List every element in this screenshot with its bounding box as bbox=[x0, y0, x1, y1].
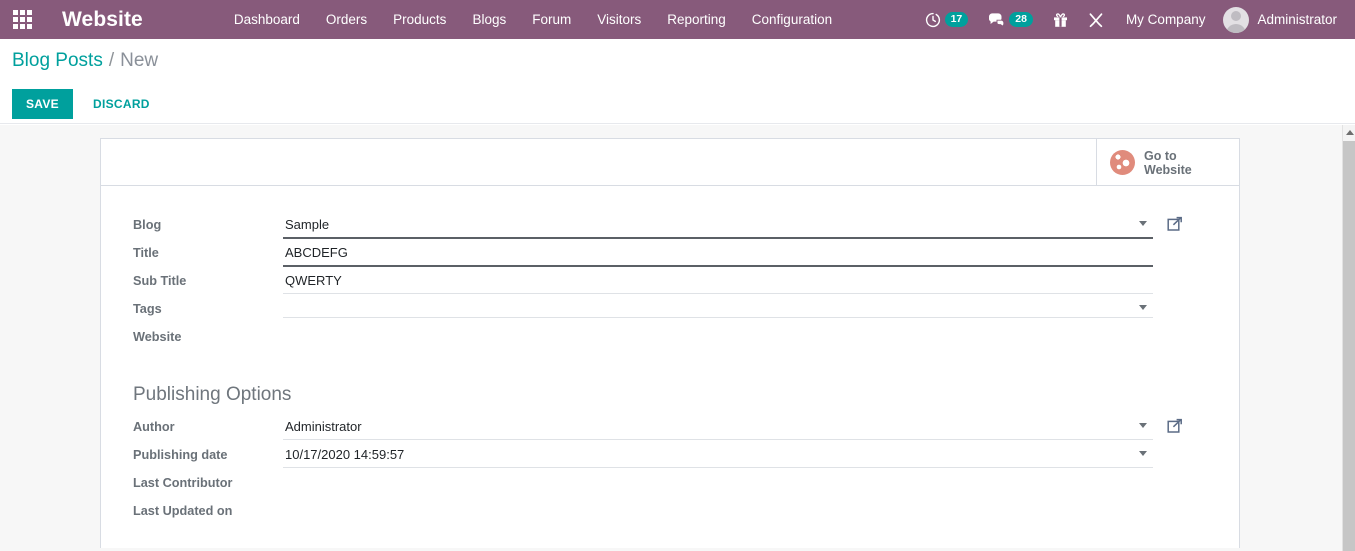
field-label-sub-title: Sub Title bbox=[133, 274, 187, 288]
sheet-statusbar: Go to Website bbox=[101, 139, 1239, 186]
menu-item-dashboard[interactable]: Dashboard bbox=[221, 2, 313, 37]
breadcrumb: Blog Posts / New bbox=[12, 50, 158, 72]
content-area: Go to Website Blog Sample Title ABCDEFG … bbox=[0, 125, 1342, 551]
field-input-tags[interactable] bbox=[283, 296, 1153, 318]
menu-item-orders[interactable]: Orders bbox=[313, 2, 380, 37]
menu-item-configuration[interactable]: Configuration bbox=[739, 2, 845, 37]
systray: 17 28 My Company Administrator bbox=[915, 0, 1355, 39]
field-label-title: Title bbox=[133, 246, 159, 260]
breadcrumb-blog-posts[interactable]: Blog Posts bbox=[12, 50, 103, 72]
clock-activity-icon bbox=[925, 12, 940, 27]
field-label-last-contributor: Last Contributor bbox=[133, 476, 233, 490]
breadcrumb-separator: / bbox=[108, 50, 115, 71]
field-spacer-tags bbox=[1167, 300, 1183, 316]
field-label-website: Website bbox=[133, 330, 182, 344]
field-input-publishing-date[interactable]: 10/17/2020 14:59:57 bbox=[283, 442, 1153, 468]
apps-menu-toggle[interactable] bbox=[0, 0, 44, 39]
company-switcher[interactable]: My Company bbox=[1114, 12, 1218, 27]
field-row-blog: Blog Sample bbox=[133, 212, 1183, 240]
activity-count-badge: 17 bbox=[944, 12, 969, 27]
control-panel: Blog Posts / New SAVE DISCARD bbox=[0, 39, 1355, 124]
gift-menu-button[interactable] bbox=[1043, 0, 1078, 39]
developer-tools-button[interactable] bbox=[1078, 0, 1114, 39]
field-spacer-sub-title bbox=[1167, 272, 1183, 288]
field-input-last-contributor[interactable] bbox=[283, 470, 1153, 492]
field-row-tags: Tags bbox=[133, 296, 1183, 324]
user-avatar-icon bbox=[1223, 6, 1250, 33]
chevron-down-icon-publishing-date[interactable] bbox=[1139, 451, 1147, 456]
field-spacer-publishing-date bbox=[1167, 446, 1183, 462]
menu-item-forum[interactable]: Forum bbox=[519, 2, 584, 37]
field-input-sub-title[interactable]: QWERTY bbox=[283, 268, 1153, 294]
field-row-title: Title ABCDEFG bbox=[133, 240, 1183, 268]
field-spacer-website bbox=[1167, 328, 1183, 344]
external-link-icon-author[interactable] bbox=[1167, 418, 1183, 434]
chevron-down-icon-tags[interactable] bbox=[1139, 305, 1147, 310]
chevron-down-icon-blog[interactable] bbox=[1139, 221, 1147, 226]
chevron-up-icon bbox=[1345, 130, 1354, 135]
vertical-scrollbar[interactable] bbox=[1342, 125, 1355, 551]
section-title-publishing-options: Publishing Options bbox=[133, 384, 292, 405]
external-link-icon-blog[interactable] bbox=[1167, 216, 1183, 232]
menu-item-reporting[interactable]: Reporting bbox=[654, 2, 739, 37]
messaging-menu-button[interactable]: 28 bbox=[978, 0, 1043, 39]
main-field-group: Blog Sample Title ABCDEFG Sub Title QWER… bbox=[133, 212, 1183, 526]
chat-bubble-icon bbox=[989, 13, 1005, 27]
globe-icon bbox=[1110, 150, 1135, 175]
scroll-up-button[interactable] bbox=[1343, 125, 1355, 140]
field-input-title[interactable]: ABCDEFG bbox=[283, 240, 1153, 267]
go-to-website-button[interactable]: Go to Website bbox=[1096, 139, 1239, 186]
activity-menu-button[interactable]: 17 bbox=[915, 0, 979, 39]
user-menu[interactable]: Administrator bbox=[1217, 6, 1345, 33]
breadcrumb-current: New bbox=[120, 50, 159, 71]
discard-button[interactable]: DISCARD bbox=[81, 89, 162, 119]
field-row-website: Website bbox=[133, 324, 1183, 352]
chevron-down-icon-author[interactable] bbox=[1139, 423, 1147, 428]
menu-item-blogs[interactable]: Blogs bbox=[459, 2, 519, 37]
messaging-count-badge: 28 bbox=[1009, 12, 1033, 27]
user-menu-label: Administrator bbox=[1257, 12, 1337, 27]
record-sheet: Go to Website Blog Sample Title ABCDEFG … bbox=[100, 138, 1240, 548]
app-brand-website[interactable]: Website bbox=[62, 8, 143, 32]
apps-grid-icon bbox=[12, 10, 32, 29]
field-input-blog[interactable]: Sample bbox=[283, 212, 1153, 239]
save-button[interactable]: SAVE bbox=[12, 89, 73, 119]
main-menu: Dashboard Orders Products Blogs Forum Vi… bbox=[221, 2, 845, 37]
field-label-tags: Tags bbox=[133, 302, 162, 316]
crossed-tools-icon bbox=[1089, 12, 1103, 27]
scrollbar-thumb[interactable] bbox=[1343, 141, 1355, 551]
field-row-last-contributor: Last Contributor bbox=[133, 470, 1183, 498]
field-row-last-updated-on: Last Updated on bbox=[133, 498, 1183, 526]
field-row-sub-title: Sub Title QWERTY bbox=[133, 268, 1183, 296]
field-row-author: Author Administrator bbox=[133, 414, 1183, 442]
field-label-author: Author bbox=[133, 420, 175, 434]
field-input-last-updated-on[interactable] bbox=[283, 498, 1153, 520]
field-input-author[interactable]: Administrator bbox=[283, 414, 1153, 440]
field-spacer-last-updated-on bbox=[1167, 502, 1183, 518]
menu-item-products[interactable]: Products bbox=[380, 2, 459, 37]
field-spacer-title bbox=[1167, 244, 1183, 260]
field-spacer-last-contributor bbox=[1167, 474, 1183, 490]
top-navbar: Website Dashboard Orders Products Blogs … bbox=[0, 0, 1355, 39]
gift-icon bbox=[1053, 12, 1067, 27]
field-label-publishing-date: Publishing date bbox=[133, 448, 228, 462]
menu-item-visitors[interactable]: Visitors bbox=[584, 2, 654, 37]
field-row-publishing-date: Publishing date 10/17/2020 14:59:57 bbox=[133, 442, 1183, 470]
field-label-last-updated-on: Last Updated on bbox=[133, 504, 233, 518]
go-to-website-label: Go to Website bbox=[1144, 148, 1192, 177]
field-label-blog: Blog bbox=[133, 218, 162, 232]
record-action-buttons: SAVE DISCARD bbox=[12, 89, 162, 119]
field-input-website[interactable] bbox=[283, 324, 1153, 346]
form-body: Blog Sample Title ABCDEFG Sub Title QWER… bbox=[101, 186, 1239, 546]
